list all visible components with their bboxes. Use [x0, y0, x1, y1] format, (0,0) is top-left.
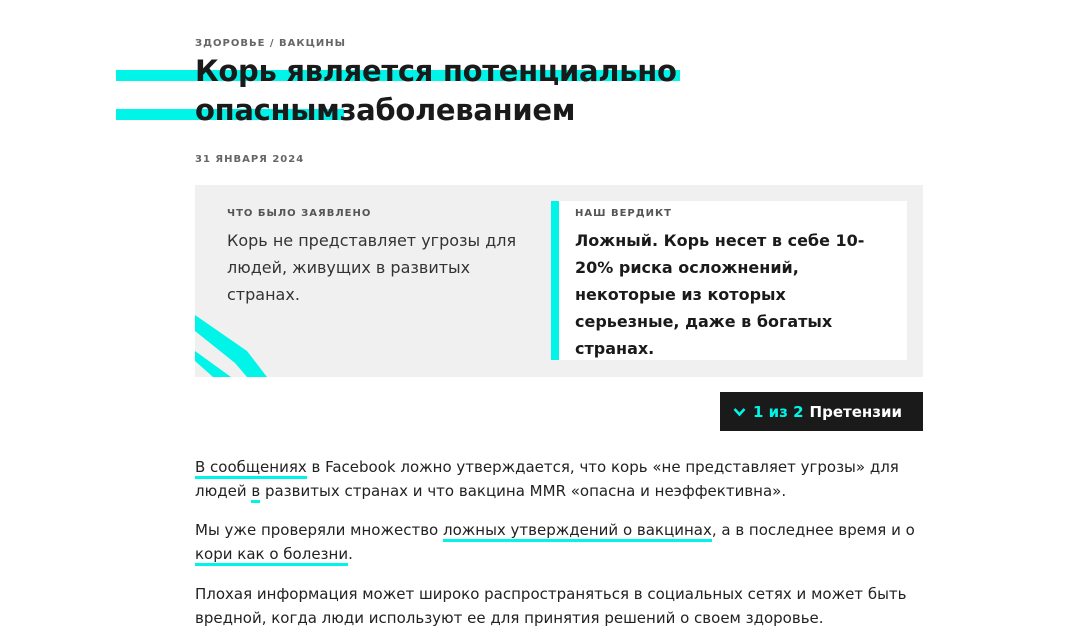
- decorative-stripes-icon: [195, 315, 267, 377]
- claims-label: Претензии: [809, 402, 902, 421]
- claim-text: Корь не представляет угрозы для людей, ж…: [227, 231, 517, 304]
- page-title-block: Корь является потенциально опаснымзаболе…: [0, 52, 1068, 132]
- measles-disease-link[interactable]: кори как о болезни: [195, 545, 349, 566]
- page-title: Корь является потенциально опаснымзаболе…: [195, 52, 915, 130]
- facebook-posts-link[interactable]: В сообщениях: [195, 458, 307, 479]
- article-paragraph: Плохая информация может широко распростр…: [195, 585, 907, 627]
- article-paragraph: В сообщениях в Facebook ложно утверждает…: [195, 455, 923, 503]
- developed-countries-link[interactable]: в: [251, 482, 261, 503]
- title-line-2-rest: заболеванием: [339, 93, 576, 127]
- vaccine-claims-link[interactable]: ложных утверждений о вакцинах: [442, 521, 712, 542]
- claims-count: 1 из 2: [753, 402, 804, 421]
- claim-verdict-box: ЧТО БЫЛО ЗАЯВЛЕНО Корь не представляет у…: [195, 185, 923, 377]
- title-line-2-highlight: опасным: [195, 93, 340, 127]
- title-line-1: Корь является потенциально: [195, 54, 677, 88]
- claims-pager-button[interactable]: 1 из 2 Претензии: [720, 392, 923, 431]
- chevron-down-icon: [733, 407, 746, 417]
- verdict-label: НАШ ВЕРДИКТ: [575, 208, 672, 219]
- publish-date: 31 ЯНВАРЯ 2024: [195, 154, 305, 165]
- article-paragraph: Мы уже проверяли множество ложных утверж…: [195, 518, 923, 566]
- claim-section: ЧТО БЫЛО ЗАЯВЛЕНО Корь не представляет у…: [227, 208, 547, 308]
- breadcrumb[interactable]: ЗДОРОВЬЕ / ВАКЦИНЫ: [195, 38, 923, 49]
- verdict-text: Ложный. Корь несет в себе 10-20% риска о…: [575, 231, 865, 358]
- claim-label: ЧТО БЫЛО ЗАЯВЛЕНО: [227, 208, 372, 219]
- verdict-section: НАШ ВЕРДИКТ Ложный. Корь несет в себе 10…: [551, 201, 907, 360]
